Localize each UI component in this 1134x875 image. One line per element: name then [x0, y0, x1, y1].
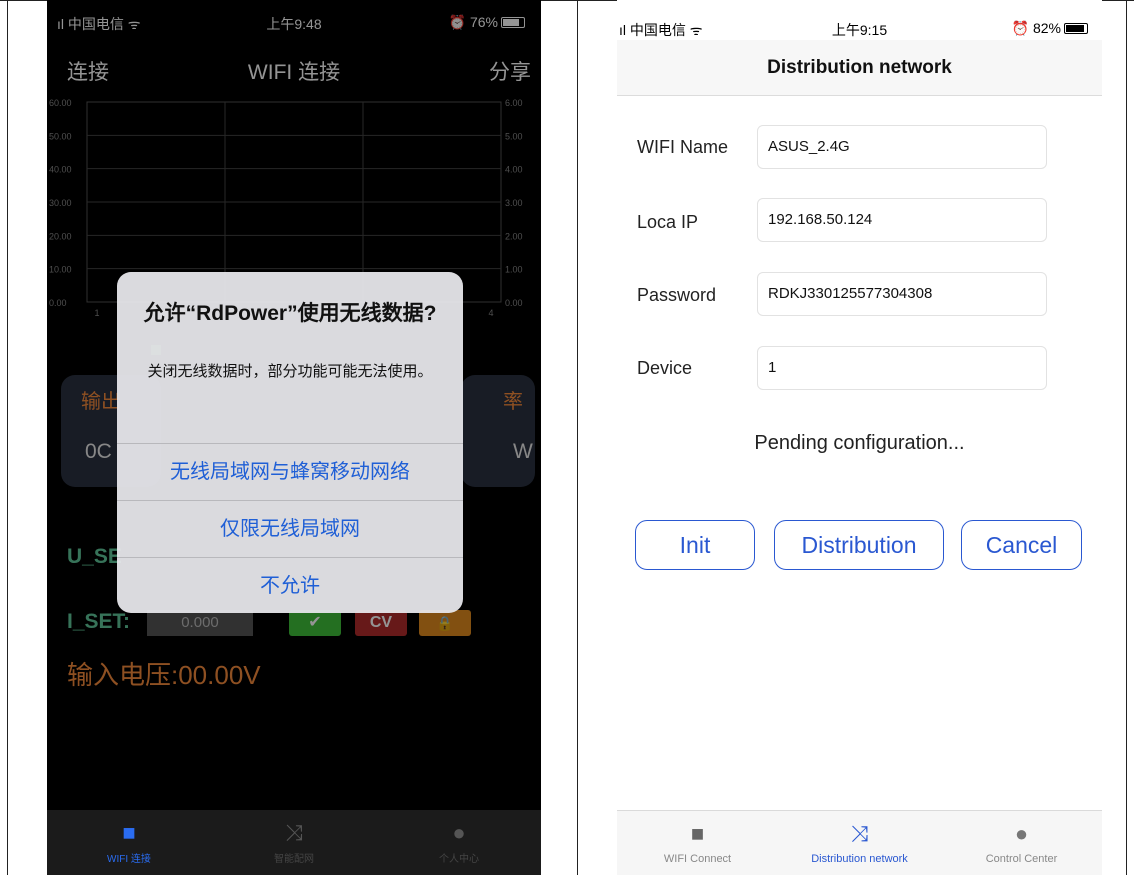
tab-bar: ■ WIFI Connect ⤨ Distribution network ● …: [617, 810, 1102, 875]
tab-label: Distribution network: [811, 853, 908, 865]
tab-personal-center[interactable]: ● 个人中心: [377, 810, 541, 875]
shuffle-icon: ⤨: [285, 820, 303, 845]
wifi-name-input[interactable]: ASUS_2.4G: [757, 125, 1047, 169]
deny-button[interactable]: 不允许: [117, 557, 463, 613]
distribution-button[interactable]: Distribution: [774, 520, 944, 570]
person-icon: ●: [452, 820, 466, 845]
tab-bar: ■ WIFI 连接 ⤨ 智能配网 ● 个人中心: [47, 810, 541, 875]
right-phone-screenshot: ıl 中国电信 ᯤ 上午9:15 ⏰ 82% Distribution netw…: [617, 0, 1102, 875]
status-bar: ıl 中国电信 ᯤ 上午9:15 ⏰ 82%: [617, 0, 1102, 40]
local-ip-input[interactable]: 192.168.50.124: [757, 198, 1047, 242]
tab-label: WIFI 连接: [107, 854, 151, 865]
alert-title: 允许“RdPower”使用无线数据?: [143, 302, 437, 325]
tab-label: Control Center: [985, 853, 1058, 865]
tab-wifi-connect[interactable]: ■ WIFI Connect: [617, 811, 778, 875]
init-button[interactable]: Init: [635, 520, 755, 570]
status-message: Pending configuration...: [754, 432, 965, 454]
tab-wifi-connect[interactable]: ■ WIFI 连接: [47, 810, 211, 875]
page-title: Distribution network: [617, 40, 1102, 96]
password-input[interactable]: RDKJ330125577304308: [757, 272, 1047, 316]
battery-icon: [1064, 23, 1088, 34]
device-label: Device: [637, 358, 693, 378]
wifi-name-label: WIFI Name: [637, 137, 729, 157]
tab-label: WIFI Connect: [663, 853, 732, 865]
table-left-border: [7, 0, 8, 875]
device-input[interactable]: 1: [757, 346, 1047, 390]
local-ip-label: Loca IP: [637, 212, 699, 232]
left-phone-screenshot: ıl 中国电信 ᯤ 上午9:48 ⏰ 76% 连接 WIFI 连接 分享 60.…: [47, 0, 541, 875]
alarm-icon: ⏰: [1011, 20, 1030, 36]
allow-wlan-cellular-button[interactable]: 无线局域网与蜂窝移动网络: [117, 443, 463, 499]
table-middle-border: [577, 0, 578, 875]
tab-label: 个人中心: [439, 854, 479, 865]
cancel-button[interactable]: Cancel: [961, 520, 1082, 570]
cube-icon: ■: [122, 820, 136, 845]
cube-icon: ■: [690, 821, 705, 846]
password-label: Password: [637, 285, 717, 305]
permission-alert: 允许“RdPower”使用无线数据? 关闭无线数据时，部分功能可能无法使用。 无…: [117, 272, 463, 613]
table-right-border: [1126, 0, 1127, 875]
alert-message: 关闭无线数据时，部分功能可能无法使用。: [147, 363, 433, 380]
tab-label: 智能配网: [274, 854, 314, 865]
tab-distribution-network[interactable]: ⤨ Distribution network: [779, 811, 940, 875]
person-icon: ●: [1014, 821, 1029, 846]
tab-smart-config[interactable]: ⤨ 智能配网: [212, 810, 376, 875]
tab-control-center[interactable]: ● Control Center: [941, 811, 1102, 875]
battery-indicator: ⏰ 82%: [1012, 20, 1088, 37]
battery-percent: 82%: [1032, 20, 1061, 36]
allow-wlan-only-button[interactable]: 仅限无线局域网: [117, 500, 463, 556]
shuffle-icon: ⤨: [850, 821, 869, 846]
